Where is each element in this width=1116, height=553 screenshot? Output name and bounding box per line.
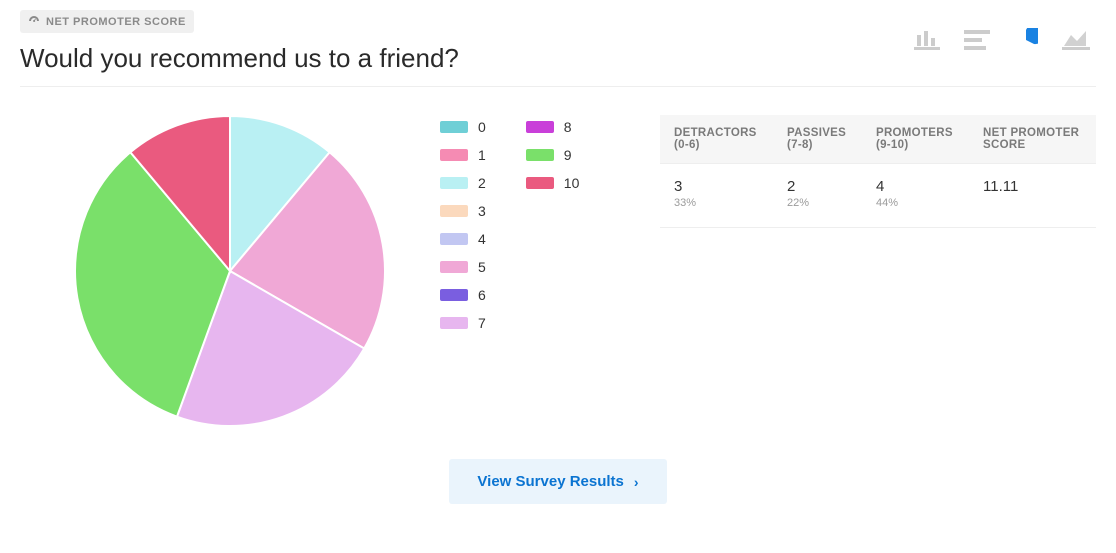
legend-label: 2 (478, 175, 486, 191)
area-chart-icon[interactable] (1062, 29, 1090, 51)
legend-item-8: 8 (526, 119, 580, 135)
detractors-pct: 33% (674, 197, 759, 209)
legend-item-2: 2 (440, 175, 486, 191)
horizontal-bars-icon[interactable] (964, 30, 990, 50)
legend-swatch (440, 233, 468, 245)
legend-swatch (440, 149, 468, 161)
th-nps: NET PROMOTER SCORE (969, 115, 1096, 164)
view-results-label: View Survey Results (477, 473, 623, 490)
legend-item-7: 7 (440, 315, 486, 331)
legend-swatch (440, 177, 468, 189)
legend-label: 9 (564, 147, 572, 163)
legend-item-5: 5 (440, 259, 486, 275)
legend-label: 4 (478, 231, 486, 247)
detractors-count: 3 (674, 178, 759, 195)
chart-type-switcher (914, 10, 1096, 52)
promoters-pct: 44% (876, 197, 955, 209)
legend-label: 10 (564, 175, 580, 191)
legend-item-1: 1 (440, 147, 486, 163)
legend-item-6: 6 (440, 287, 486, 303)
legend-swatch (440, 289, 468, 301)
passives-count: 2 (787, 178, 848, 195)
passives-pct: 22% (787, 197, 848, 209)
chevron-right-icon: › (634, 474, 639, 490)
pie-legend: 0 1 2 3 4 5 6 7 8 9 10 (440, 111, 620, 431)
legend-item-9: 9 (526, 147, 580, 163)
legend-label: 8 (564, 119, 572, 135)
th-promoters: PROMOTERS (9-10) (862, 115, 969, 164)
legend-label: 1 (478, 147, 486, 163)
bar-chart-icon[interactable] (914, 29, 940, 51)
legend-label: 0 (478, 119, 486, 135)
th-detractors: DETRACTORS (0-6) (660, 115, 773, 164)
th-passives: PASSIVES (7-8) (773, 115, 862, 164)
question-title: Would you recommend us to a friend? (20, 43, 914, 74)
legend-swatch (526, 177, 554, 189)
legend-swatch (526, 121, 554, 133)
legend-label: 6 (478, 287, 486, 303)
nps-summary-table: DETRACTORS (0-6) PASSIVES (7-8) PROMOTER… (660, 115, 1096, 228)
view-survey-results-button[interactable]: View Survey Results › (449, 459, 666, 504)
gauge-icon (28, 14, 40, 29)
legend-swatch (440, 205, 468, 217)
nps-score: 11.11 (983, 178, 1082, 195)
table-row: 3 33% 2 22% 4 44% 11.11 (660, 164, 1096, 228)
legend-label: 3 (478, 203, 486, 219)
legend-item-3: 3 (440, 203, 486, 219)
nps-pie-chart (70, 111, 390, 431)
nps-badge: NET PROMOTER SCORE (20, 10, 194, 33)
legend-swatch (440, 121, 468, 133)
legend-item-10: 10 (526, 175, 580, 191)
legend-label: 7 (478, 315, 486, 331)
nps-badge-label: NET PROMOTER SCORE (46, 16, 186, 28)
legend-item-4: 4 (440, 231, 486, 247)
promoters-count: 4 (876, 178, 955, 195)
legend-swatch (440, 261, 468, 273)
pie-chart-icon[interactable] (1014, 28, 1038, 52)
legend-swatch (440, 317, 468, 329)
legend-item-0: 0 (440, 119, 486, 135)
legend-label: 5 (478, 259, 486, 275)
legend-swatch (526, 149, 554, 161)
